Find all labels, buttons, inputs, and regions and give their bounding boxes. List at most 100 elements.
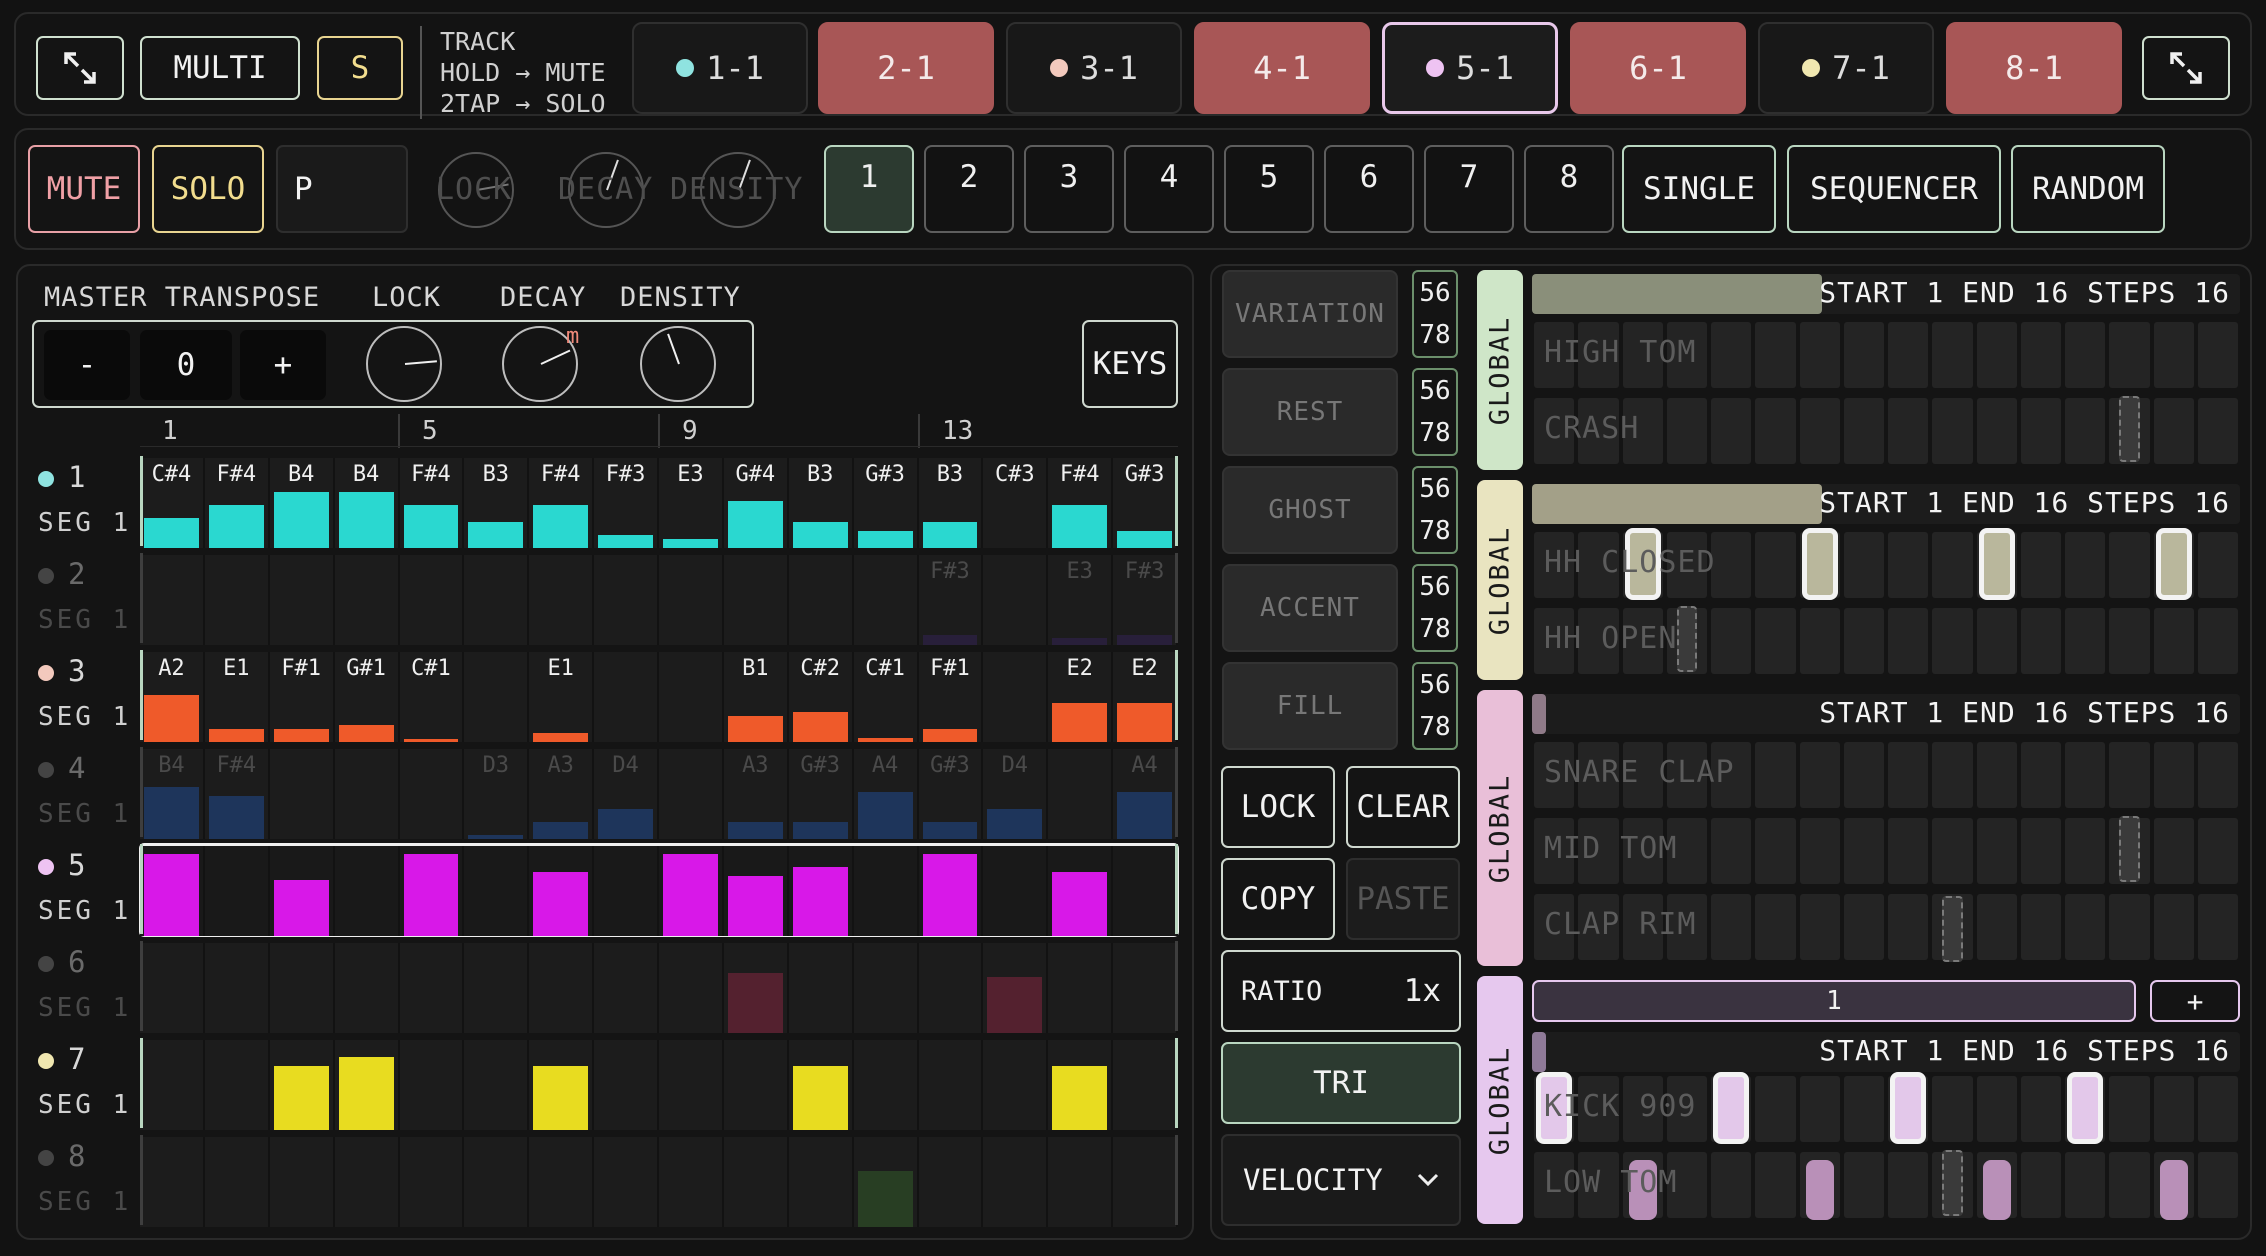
step-cell[interactable] [204,846,270,936]
drum-step[interactable] [1799,818,1840,884]
clear-button[interactable]: CLEAR [1346,766,1460,848]
drum-step[interactable] [2020,532,2061,598]
sequence-range-header[interactable]: START 1 END 16 STEPS 16 [1532,694,2240,734]
step-cell[interactable] [983,1137,1049,1227]
global-tab[interactable]: GLOBAL [1477,690,1523,966]
step-cell[interactable]: D3 [464,749,530,839]
mode-random-button[interactable]: RANDOM [2011,145,2165,233]
drum-step[interactable] [2020,1152,2061,1218]
step-cell[interactable] [1048,749,1114,839]
drum-step[interactable] [1932,608,1973,674]
step-cell[interactable] [204,1137,270,1227]
drum-step[interactable] [2153,818,2194,884]
track-tab-1[interactable]: 1-1 [632,22,808,114]
drum-hit[interactable] [2067,1072,2104,1144]
drum-step[interactable] [2153,894,2194,960]
variation-mini-grid[interactable]: 56 78 [1412,368,1458,456]
master-lock-knob[interactable] [366,326,442,402]
drum-step[interactable] [2197,398,2238,464]
drum-step[interactable] [2065,1152,2106,1218]
step-cell[interactable]: E2 [1048,652,1114,742]
step-cell[interactable] [788,555,854,645]
sequencer-row-7[interactable] [140,1038,1178,1130]
sequence-range-header[interactable]: START 1 END 16 STEPS 16 [1532,274,2240,314]
step-cell[interactable] [1048,1137,1114,1227]
drum-step[interactable] [1755,608,1796,674]
step-cell[interactable] [788,1040,854,1130]
drum-step[interactable] [2065,608,2106,674]
drum-step[interactable] [1711,532,1752,598]
step-cell[interactable] [594,652,659,742]
drum-hit[interactable] [1713,1072,1750,1144]
p-field[interactable]: P [276,145,408,233]
page-selector[interactable]: 1 [1532,980,2136,1022]
step-cell[interactable] [464,943,530,1033]
drum-step[interactable] [2065,818,2106,884]
step-cell[interactable] [140,1040,205,1130]
drum-step[interactable] [2109,1152,2150,1218]
drum-step[interactable] [1755,322,1796,388]
drum-step[interactable] [1888,322,1929,388]
transpose-minus-button[interactable]: - [44,330,130,400]
step-cell[interactable] [529,1040,595,1130]
drum-step[interactable] [2197,1076,2238,1142]
step-cell[interactable] [464,555,530,645]
drum-step[interactable] [2197,742,2238,808]
drum-step[interactable] [2020,1076,2061,1142]
drum-lane[interactable]: SNARE CLAP [1532,740,2240,810]
drum-step[interactable] [1711,398,1752,464]
pattern-4-button[interactable]: 4 [1124,145,1214,233]
step-cell[interactable] [918,943,984,1033]
step-cell[interactable]: E1 [204,652,270,742]
step-cell[interactable]: A3 [723,749,789,839]
step-cell[interactable]: C#1 [399,652,465,742]
drum-step[interactable] [1799,1076,1840,1142]
step-cell[interactable] [1048,943,1114,1033]
step-cell[interactable] [723,555,789,645]
step-cell[interactable] [399,1040,465,1130]
velocity-select[interactable]: VELOCITY [1221,1134,1461,1226]
drum-step[interactable] [2153,322,2194,388]
step-cell[interactable] [204,555,270,645]
drum-step[interactable] [2153,398,2194,464]
step-cell[interactable] [659,1040,724,1130]
step-cell[interactable] [464,846,530,936]
step-cell[interactable] [334,846,400,936]
drum-step[interactable] [2197,818,2238,884]
multi-button[interactable]: MULTI [140,36,300,100]
step-cell[interactable] [1113,846,1178,936]
step-cell[interactable]: F#4 [1048,458,1114,548]
pattern-8-button[interactable]: 8 [1524,145,1614,233]
drum-lane[interactable]: HH OPEN [1532,606,2240,676]
drum-hit[interactable] [2155,528,2192,600]
step-cell[interactable] [659,749,724,839]
step-cell[interactable] [1113,943,1178,1033]
step-cell[interactable] [594,943,659,1033]
drum-step[interactable] [1888,608,1929,674]
step-cell[interactable] [659,1137,724,1227]
sequencer-row-4[interactable]: B4 F#4 D3 A3 D4 A3 G#3 A4 G#3 D4 A4 [140,747,1178,839]
sequencer-row-6[interactable] [140,941,1178,1033]
step-cell[interactable] [853,1040,919,1130]
drum-step[interactable] [1976,608,2017,674]
accent-button[interactable]: ACCENT [1222,564,1398,652]
step-cell[interactable] [1048,1040,1114,1130]
row-3-label[interactable]: 3 [38,654,85,688]
step-cell[interactable] [269,555,335,645]
drum-step[interactable] [1932,322,1973,388]
step-cell[interactable]: F#1 [269,652,335,742]
step-cell[interactable] [1113,1137,1178,1227]
drum-lane[interactable]: HH CLOSED [1532,528,2240,600]
step-cell[interactable]: F#3 [1113,555,1178,645]
step-cell[interactable]: C#2 [788,652,854,742]
drum-ghost-hit[interactable] [1942,896,1963,962]
step-cell[interactable] [853,1137,919,1227]
drum-step[interactable] [1755,398,1796,464]
drum-lane[interactable]: HIGH TOM [1532,320,2240,390]
paste-button[interactable]: PASTE [1346,858,1460,940]
sequencer-row-2[interactable]: F#3 E3 F#3 [140,553,1178,645]
variation-mini-grid[interactable]: 56 78 [1412,466,1458,554]
drum-step[interactable] [2065,322,2106,388]
drum-step[interactable] [1888,742,1929,808]
drum-step[interactable] [1843,742,1884,808]
